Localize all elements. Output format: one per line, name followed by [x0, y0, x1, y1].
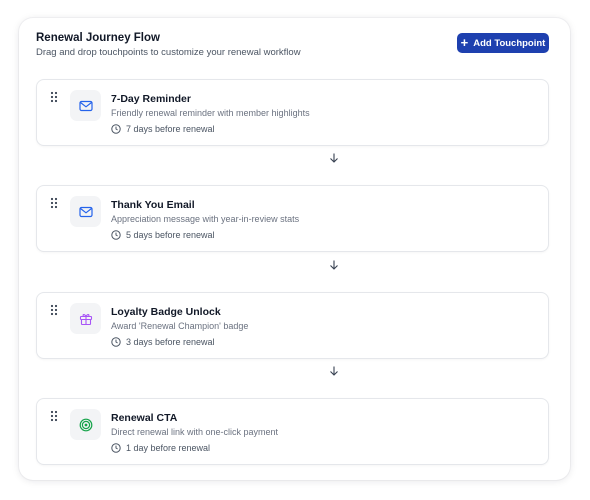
target-icon	[79, 418, 92, 431]
clock-icon	[111, 337, 121, 347]
clock-icon	[111, 230, 121, 240]
mail-icon	[78, 206, 93, 217]
panel-title: Renewal Journey Flow	[36, 32, 160, 44]
touchpoint-title: 7-Day Reminder	[111, 93, 191, 105]
touchpoint-icon-box	[70, 196, 101, 227]
touchpoint-title: Thank You Email	[111, 199, 195, 211]
touchpoint-timing: 5 days before renewal	[111, 230, 215, 240]
touchpoint-icon-box	[70, 90, 101, 121]
panel-subtitle: Drag and drop touchpoints to customize y…	[36, 47, 301, 58]
drag-handle-icon[interactable]	[50, 197, 58, 209]
touchpoint-icon-box	[70, 303, 101, 334]
clock-icon	[111, 443, 121, 453]
clock-icon	[111, 124, 121, 134]
touchpoint-timing: 7 days before renewal	[111, 124, 215, 134]
touchpoint-description: Direct renewal link with one-click payme…	[111, 427, 279, 437]
plus-icon: +	[460, 35, 469, 50]
arrow-down-icon	[330, 260, 338, 270]
touchpoint-card[interactable]: Renewal CTA Direct renewal link with one…	[36, 398, 549, 465]
add-touchpoint-button[interactable]: + Add Touchpoint	[457, 33, 549, 53]
arrow-down-icon	[330, 153, 338, 163]
add-touchpoint-label: Add Touchpoint	[473, 37, 546, 49]
timing-label: 7 days before renewal	[126, 124, 215, 134]
timing-label: 5 days before renewal	[126, 230, 215, 240]
touchpoint-card[interactable]: Loyalty Badge Unlock Award 'Renewal Cham…	[36, 292, 549, 359]
drag-handle-icon[interactable]	[50, 304, 58, 316]
touchpoint-title: Renewal CTA	[111, 412, 178, 424]
touchpoint-icon-box	[70, 409, 101, 440]
touchpoint-title: Loyalty Badge Unlock	[111, 306, 221, 318]
touchpoint-timing: 1 day before renewal	[111, 443, 210, 453]
gift-icon	[79, 313, 92, 325]
arrow-down-icon	[330, 366, 338, 376]
touchpoint-card[interactable]: 7-Day Reminder Friendly renewal reminder…	[36, 79, 549, 146]
drag-handle-icon[interactable]	[50, 410, 58, 422]
drag-handle-icon[interactable]	[50, 91, 58, 103]
touchpoint-timing: 3 days before renewal	[111, 337, 215, 347]
touchpoint-description: Friendly renewal reminder with member hi…	[111, 108, 310, 118]
touchpoint-description: Award 'Renewal Champion' badge	[111, 321, 249, 331]
timing-label: 3 days before renewal	[126, 337, 215, 347]
timing-label: 1 day before renewal	[126, 443, 211, 453]
mail-icon	[78, 100, 93, 111]
touchpoint-description: Appreciation message with year-in-review…	[111, 214, 300, 224]
touchpoint-card[interactable]: Thank You Email Appreciation message wit…	[36, 185, 549, 252]
